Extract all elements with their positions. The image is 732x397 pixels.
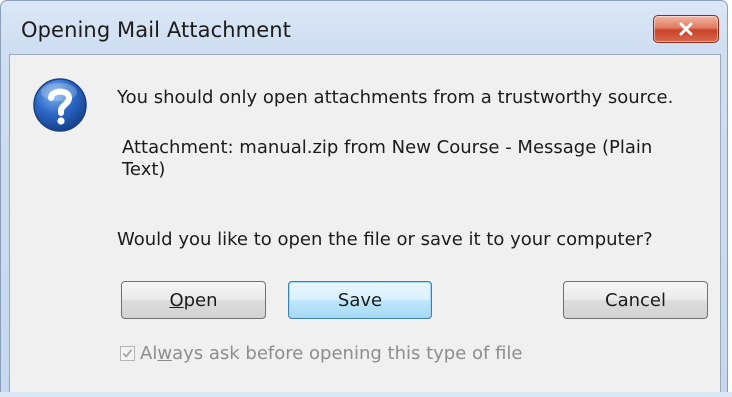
question-message: Would you like to open the file or save …: [117, 229, 653, 250]
dialog-body: You should only open attachments from a …: [9, 54, 721, 393]
always-ask-label-mnemonic: w: [157, 343, 173, 364]
save-button-label: Save: [337, 289, 383, 311]
close-icon: [678, 22, 694, 36]
always-ask-label-end: ays ask before opening this type of file: [172, 343, 523, 364]
open-button-label: pen: [183, 289, 218, 311]
open-button[interactable]: Open: [121, 281, 266, 319]
checkmark-icon: [122, 349, 133, 358]
cancel-button-label: Cancel: [605, 289, 666, 311]
attachment-info: Attachment: manual.zip from New Course -…: [122, 137, 653, 180]
open-button-mnemonic: O: [169, 289, 184, 311]
always-ask-label: Always ask before opening this type of f…: [140, 343, 523, 364]
dialog-window: Opening Mail Attachment You should only …: [0, 0, 728, 395]
title-bar[interactable]: Opening Mail Attachment: [1, 1, 727, 51]
always-ask-checkbox: [120, 346, 135, 361]
save-button[interactable]: Save: [288, 281, 432, 319]
window-title: Opening Mail Attachment: [21, 18, 291, 42]
close-button[interactable]: [653, 15, 719, 43]
always-ask-label-start: Al: [140, 343, 158, 364]
window-frame-bottom: [0, 392, 732, 397]
cancel-button[interactable]: Cancel: [563, 281, 708, 319]
warning-message: You should only open attachments from a …: [117, 87, 674, 108]
always-ask-checkbox-row: Always ask before opening this type of f…: [120, 343, 523, 364]
question-icon: [32, 77, 88, 133]
